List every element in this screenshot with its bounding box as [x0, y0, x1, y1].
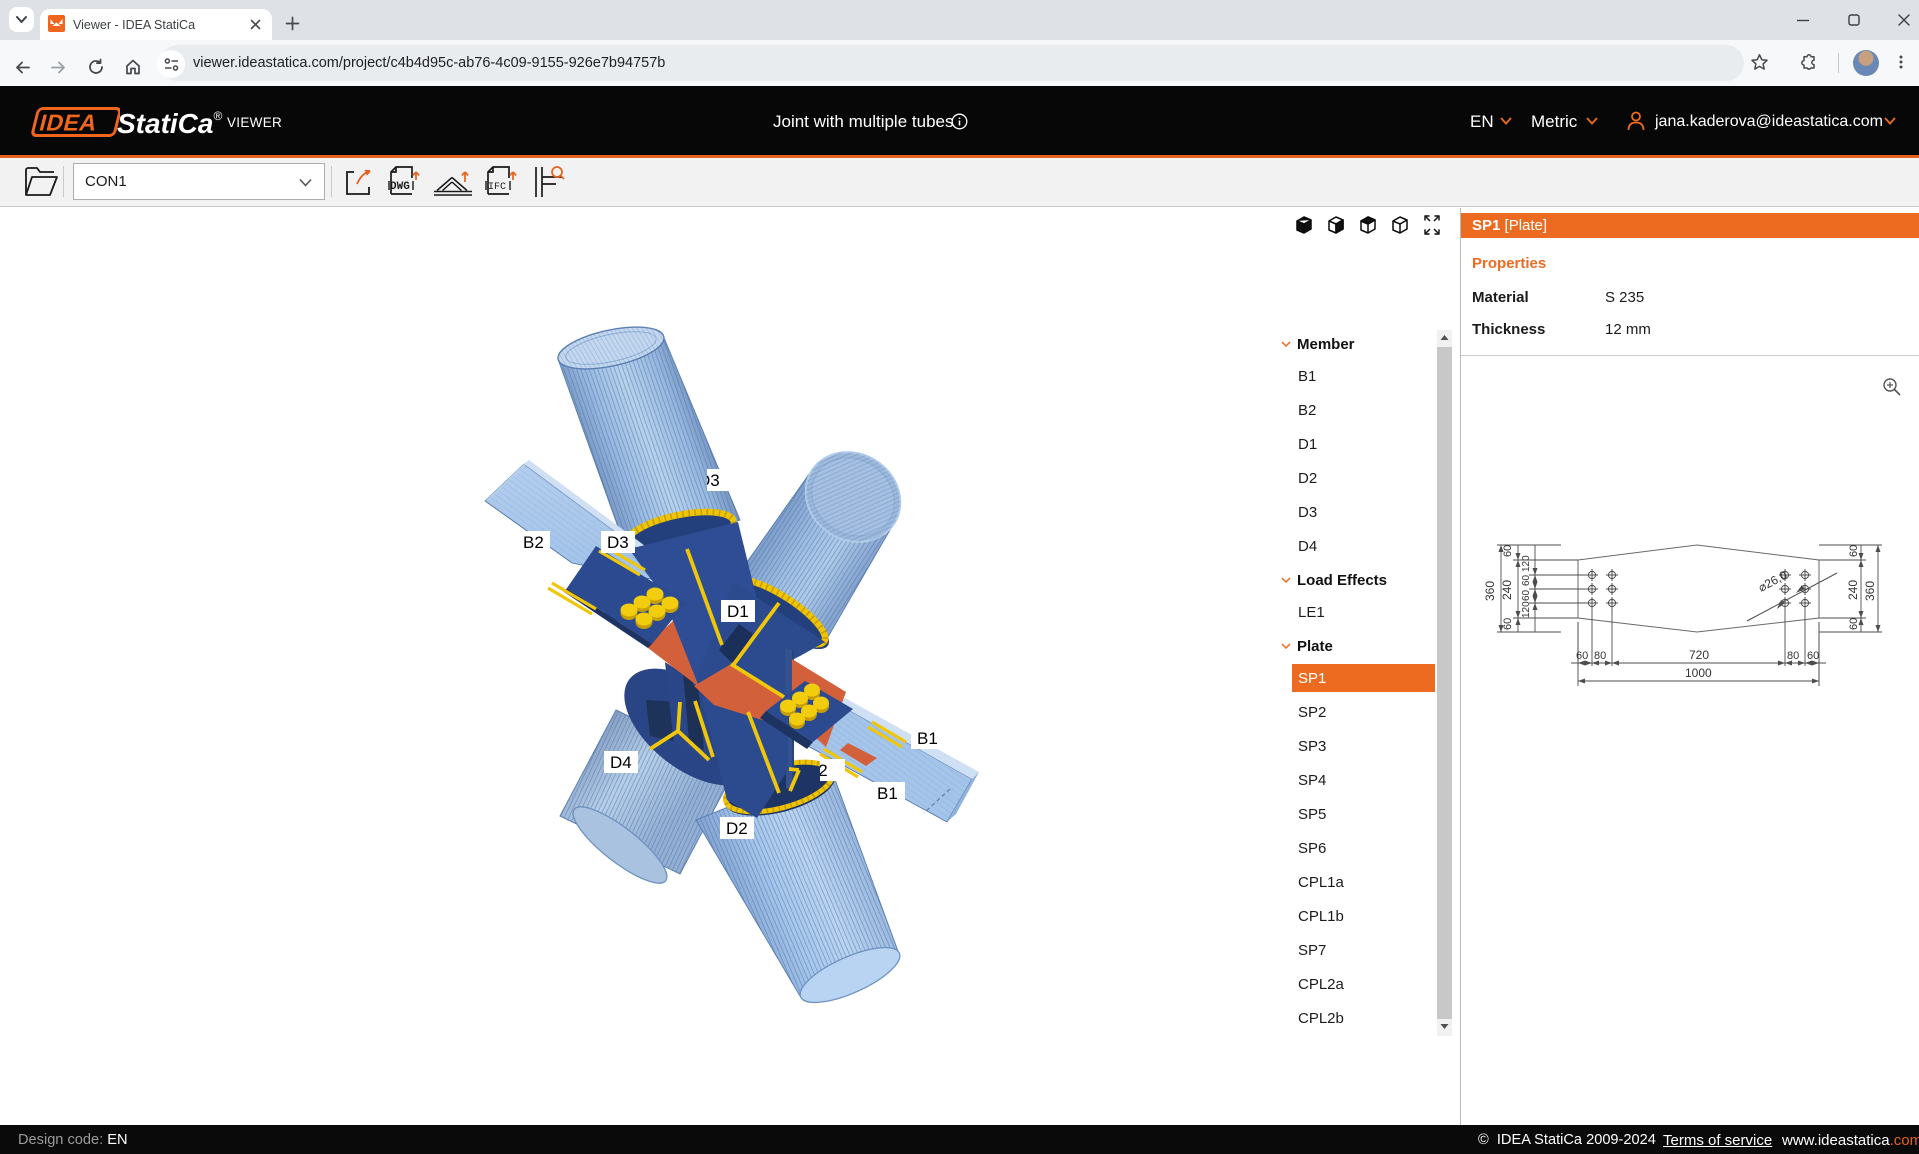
svg-text:240: 240 [1500, 580, 1514, 600]
svg-text:60: 60 [1502, 618, 1514, 630]
svg-text:B2: B2 [523, 533, 544, 552]
svg-text:D3: D3 [607, 533, 629, 552]
svg-text:240: 240 [1846, 580, 1860, 600]
svg-text:120: 120 [1521, 601, 1532, 618]
svg-text:60: 60 [1521, 574, 1532, 586]
svg-text:60: 60 [1521, 589, 1532, 601]
svg-text:60: 60 [1576, 650, 1588, 662]
svg-text:60: 60 [1848, 545, 1860, 557]
svg-text:60: 60 [1807, 650, 1819, 662]
svg-text:720: 720 [1689, 648, 1709, 662]
svg-text:360: 360 [1483, 581, 1497, 601]
svg-text:80: 80 [1594, 650, 1606, 662]
svg-text:360: 360 [1863, 581, 1877, 601]
svg-text:DWG: DWG [390, 181, 410, 193]
svg-text:D1: D1 [727, 602, 749, 621]
svg-text:B1: B1 [917, 729, 938, 748]
svg-text:80: 80 [1787, 650, 1799, 662]
svg-text:IDEA: IDEA [37, 110, 100, 136]
svg-text:60: 60 [1848, 618, 1860, 630]
svg-text:D4: D4 [610, 753, 632, 772]
svg-text:120: 120 [1521, 555, 1532, 572]
svg-text:B1: B1 [877, 784, 898, 803]
svg-text:D2: D2 [726, 819, 748, 838]
svg-text:1000: 1000 [1685, 666, 1712, 680]
svg-text:60: 60 [1502, 545, 1514, 557]
svg-text:IFC: IFC [488, 182, 506, 193]
